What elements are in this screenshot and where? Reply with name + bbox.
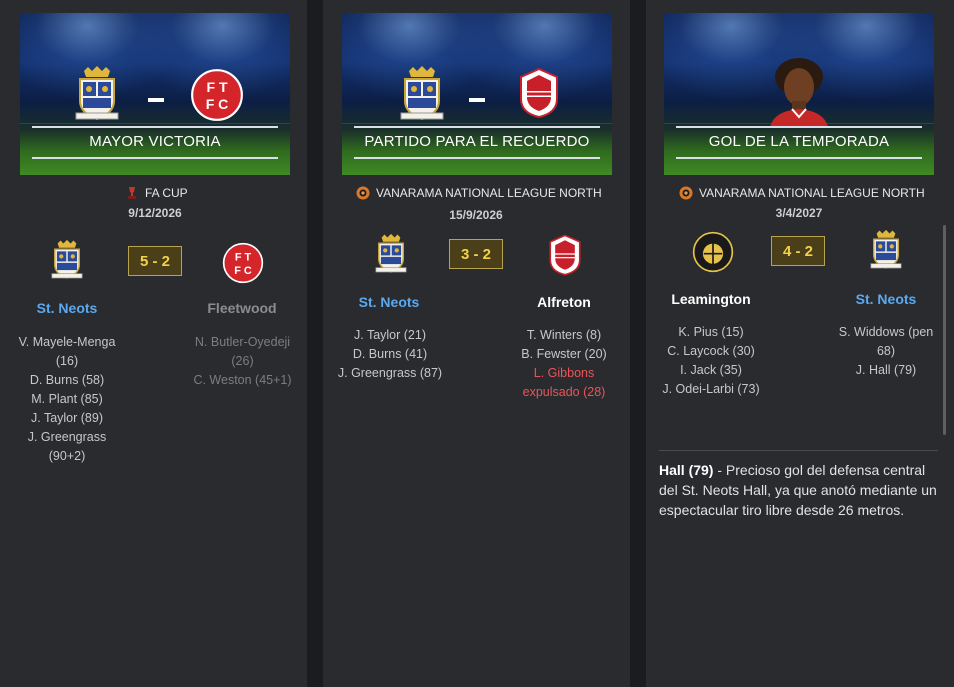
scorer-line: C. Laycock (30) <box>667 344 755 358</box>
banner-rule-top <box>354 126 600 128</box>
home-scorers: J. Taylor (21) D. Burns (41) J. Greengra… <box>323 326 457 383</box>
match-date: 9/12/2026 <box>128 206 182 220</box>
scorer-line: N. Butler-Oyedeji <box>194 335 291 349</box>
fa-cup-icon <box>125 186 139 200</box>
match-score[interactable]: 4 - 2 <box>771 236 825 266</box>
banner-rule-bottom <box>354 157 600 159</box>
scorer-line: K. Pius (15) <box>678 325 744 339</box>
goal-description: Hall (79) - Precioso gol del defensa cen… <box>659 460 943 520</box>
scorer-line: I. Jack (35) <box>680 363 742 377</box>
description-divider <box>659 450 938 451</box>
competition-name: VANARAMA NATIONAL LEAGUE NORTH <box>376 186 602 200</box>
home-team-name[interactable]: St. Neots <box>0 300 137 316</box>
competition-name: FA CUP <box>145 186 188 200</box>
match-score[interactable]: 5 - 2 <box>128 246 182 276</box>
match-score[interactable]: 3 - 2 <box>449 239 503 269</box>
st-neots-crest-icon <box>397 65 447 123</box>
scorer-line: J. Greengrass <box>27 430 107 444</box>
description-scorer: Hall (79) <box>659 462 714 478</box>
home-scorers: V. Mayele-Menga (16) D. Burns (58) M. Pl… <box>0 333 134 466</box>
scorer-line: J. Odei-Larbi (73) <box>662 382 760 396</box>
scorer-line: (16) <box>55 354 79 368</box>
banner-title: MAYOR VICTORIA <box>89 133 221 150</box>
scrollbar[interactable] <box>943 225 946 435</box>
scorer-line: M. Plant (85) <box>31 392 103 406</box>
competition[interactable]: VANARAMA NATIONAL LEAGUE NORTH <box>679 186 925 200</box>
scorer-line: J. Taylor (21) <box>353 328 426 342</box>
card-memorable-match: PARTIDO PARA EL RECUERDO VANARAMA NATION… <box>323 0 630 687</box>
scorer-line: J. Hall (79) <box>855 363 917 377</box>
away-team-name[interactable]: Fleetwood <box>172 300 312 316</box>
scorer-line: C. Weston (45+1) <box>193 373 292 387</box>
leamington-crest-icon[interactable] <box>692 231 734 273</box>
competition[interactable]: FA CUP <box>125 186 188 200</box>
away-scorers: S. Widdows (pen 68) J. Hall (79) <box>821 323 951 380</box>
scorer-line: D. Burns (58) <box>29 373 105 387</box>
match-date: 3/4/2027 <box>775 206 823 220</box>
fleetwood-crest-icon[interactable] <box>222 242 264 284</box>
away-scorers: T. Winters (8) B. Fewster (20) L. Gibbon… <box>497 326 631 402</box>
scorer-line: 68) <box>876 344 896 358</box>
scorer-line: J. Taylor (89) <box>30 411 103 425</box>
competition-name: VANARAMA NATIONAL LEAGUE NORTH <box>699 186 925 200</box>
banner: PARTIDO PARA EL RECUERDO <box>342 13 612 175</box>
dash-separator <box>469 98 485 102</box>
scorer-line: B. Fewster (20) <box>521 347 607 361</box>
scorer-line: V. Mayele-Menga <box>18 335 116 349</box>
scorer-line: D. Burns (41) <box>352 347 428 361</box>
banner-title: PARTIDO PARA EL RECUERDO <box>364 133 590 150</box>
scorer-line: J. Greengrass (87) <box>337 366 443 380</box>
alfreton-crest-icon[interactable] <box>547 233 583 277</box>
away-team-name[interactable]: St. Neots <box>816 291 954 307</box>
home-team-name[interactable]: St. Neots <box>319 294 459 310</box>
player-portrait <box>770 58 828 127</box>
scorer-line: S. Widdows (pen <box>838 325 934 339</box>
scorer-line: (90+2) <box>48 449 86 463</box>
competition[interactable]: VANARAMA NATIONAL LEAGUE NORTH <box>356 186 602 200</box>
red-card-line: expulsado (28) <box>522 385 606 399</box>
banner: MAYOR VICTORIA <box>20 13 290 175</box>
vanarama-icon <box>356 186 370 200</box>
banner-rule-top <box>32 126 278 128</box>
scorer-line: (26) <box>231 354 254 368</box>
st-neots-crest-icon[interactable] <box>868 229 904 271</box>
banner-rule-top <box>676 126 922 128</box>
card-biggest-win: MAYOR VICTORIA FA CUP 9/12/2026 5 - 2 St… <box>0 0 307 687</box>
banner-rule-bottom <box>676 157 922 159</box>
st-neots-crest-icon <box>72 65 122 123</box>
home-scorers: K. Pius (15) C. Laycock (30) I. Jack (35… <box>646 323 776 399</box>
st-neots-crest-icon[interactable] <box>373 233 409 275</box>
fleetwood-crest-icon <box>190 68 244 122</box>
away-scorers: N. Butler-Oyedeji (26) C. Weston (45+1) <box>176 333 309 390</box>
banner-title: GOL DE LA TEMPORADA <box>708 133 890 150</box>
scorer-line: T. Winters (8) <box>526 328 602 342</box>
match-date: 15/9/2026 <box>449 208 503 222</box>
away-team-name[interactable]: Alfreton <box>494 294 634 310</box>
vanarama-icon <box>679 186 693 200</box>
alfreton-crest-icon <box>517 66 561 120</box>
st-neots-crest-icon[interactable] <box>49 239 85 281</box>
banner: GOL DE LA TEMPORADA <box>664 13 934 175</box>
card-goal-of-season: GOL DE LA TEMPORADA VANARAMA NATIONAL LE… <box>646 0 954 687</box>
banner-rule-bottom <box>32 157 278 159</box>
home-team-name[interactable]: Leamington <box>641 291 781 307</box>
red-card-line: L. Gibbons <box>533 366 595 380</box>
dash-separator <box>148 98 164 102</box>
